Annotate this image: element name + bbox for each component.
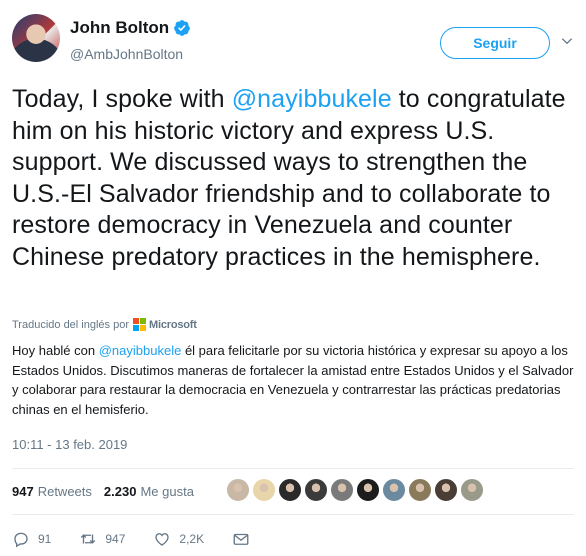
retweets-stat-count: 947 [12,484,34,499]
tweet-stats: 947 Retweets 2.230 Me gusta [12,484,206,499]
liker-avatars [226,478,486,502]
tweet-mention-link[interactable]: @nayibbukele [232,85,392,113]
translation-provider[interactable]: Microsoft [149,319,197,331]
tweet-actions: 91 947 2,2K [12,530,286,548]
liker-avatar[interactable] [330,478,354,502]
tweet-timestamp[interactable]: 10:11 - 13 feb. 2019 [12,437,127,452]
verified-badge-icon [174,20,191,36]
retweet-icon [81,534,96,544]
retweets-stat-label: Retweets [37,484,92,499]
liker-avatar[interactable] [382,478,406,502]
tweet-header: John Bolton @AmbJohnBolton Seguir [12,14,574,70]
author-avatar[interactable] [12,14,60,62]
chevron-down-icon[interactable] [560,34,574,48]
follow-button[interactable]: Seguir [440,27,550,59]
like-icon [155,533,170,546]
retweet-count: 947 [105,532,126,546]
translated-text-start: Hoy hablé con [12,343,99,358]
translated-text: Hoy hablé con @nayibbukele él para felic… [12,341,574,419]
liker-avatar[interactable] [434,478,458,502]
translated-mention-link[interactable]: @nayibbukele [99,343,182,358]
author-display-name[interactable]: John Bolton [70,18,169,38]
direct-message-icon [233,533,249,545]
liker-avatar[interactable] [304,478,328,502]
liker-avatar[interactable] [356,478,380,502]
reply-icon [14,532,28,548]
like-count: 2,2K [179,532,205,546]
liker-avatar[interactable] [252,478,276,502]
likes-stat[interactable]: 2.230 Me gusta [104,484,194,499]
divider [12,468,574,469]
liker-avatar[interactable] [226,478,250,502]
microsoft-logo-icon [133,318,146,331]
retweets-stat[interactable]: 947 Retweets [12,484,92,499]
likes-stat-count: 2.230 [103,484,137,499]
likes-stat-label: Me gusta [140,484,194,499]
author-handle[interactable]: @AmbJohnBolton [70,46,183,62]
like-button[interactable]: 2,2K [153,530,204,548]
direct-message-button[interactable] [232,530,258,548]
author-name-row[interactable]: John Bolton [70,18,191,38]
divider [12,514,574,515]
translation-label: Traducido del inglés por [12,318,129,331]
reply-button[interactable]: 91 [12,530,51,548]
liker-avatar[interactable] [278,478,302,502]
tweet-text-start: Today, I spoke with [12,85,232,113]
translation-attribution: Traducido del inglés por Microsoft [12,318,197,331]
reply-count: 91 [38,532,52,546]
liker-avatar[interactable] [408,478,432,502]
retweet-button[interactable]: 947 [79,530,125,548]
liker-avatar[interactable] [460,478,484,502]
tweet-text: Today, I spoke with @nayibbukele to cong… [12,84,574,273]
